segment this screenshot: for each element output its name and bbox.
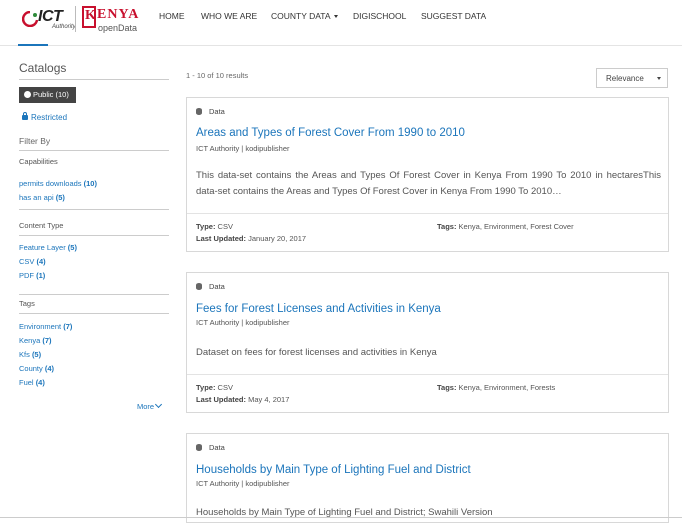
public-filter-pill[interactable]: Public (10) bbox=[19, 87, 76, 103]
sidebar-divider bbox=[19, 150, 169, 151]
dataset-last-updated: Last Updated: January 20, 2017 bbox=[196, 234, 307, 243]
facet-permits-downloads[interactable]: permits downloads (10) bbox=[19, 179, 97, 188]
dataset-publisher: ICT Authority | kodipublisher bbox=[196, 144, 290, 153]
filter-by-heading: Filter By bbox=[19, 136, 51, 146]
restricted-filter-link[interactable]: Restricted bbox=[22, 112, 68, 122]
facet-csv[interactable]: CSV (4) bbox=[19, 257, 46, 266]
dataset-last-updated: Last Updated: May 4, 2017 bbox=[196, 395, 290, 404]
nav-county-data[interactable]: COUNTY DATA bbox=[271, 11, 338, 21]
card-divider bbox=[187, 374, 668, 375]
dataset-card: Data Households by Main Type of Lighting… bbox=[186, 433, 669, 523]
results-count: 1 - 10 of 10 results bbox=[186, 71, 249, 80]
public-label: Public (10) bbox=[33, 90, 69, 99]
nav-digischool[interactable]: DIGISCHOOL bbox=[353, 11, 406, 21]
dataset-tags: Tags: Kenya, Environment, Forests bbox=[437, 383, 556, 392]
tags-heading: Tags bbox=[19, 299, 35, 308]
dataset-card: Data Fees for Forest Licenses and Activi… bbox=[186, 272, 669, 413]
facet-has-an-api[interactable]: has an api (5) bbox=[19, 193, 65, 202]
sort-select[interactable]: Relevance bbox=[596, 68, 668, 88]
sidebar-divider bbox=[19, 209, 169, 210]
header-accent-bar bbox=[18, 44, 48, 46]
dataset-publisher: ICT Authority | kodipublisher bbox=[196, 479, 290, 488]
facet-feature-layer[interactable]: Feature Layer (5) bbox=[19, 243, 77, 252]
dataset-publisher: ICT Authority | kodipublisher bbox=[196, 318, 290, 327]
facet-kenya[interactable]: Kenya (7) bbox=[19, 336, 52, 345]
ict-swoosh-icon bbox=[22, 11, 38, 27]
header-divider bbox=[0, 45, 682, 46]
nav-home[interactable]: HOME bbox=[159, 11, 185, 21]
sidebar-divider bbox=[19, 294, 169, 295]
sidebar-divider bbox=[19, 79, 169, 80]
facet-pdf[interactable]: PDF (1) bbox=[19, 271, 45, 280]
dataset-type: Data bbox=[196, 107, 225, 116]
caret-down-icon bbox=[333, 15, 338, 19]
content-type-heading: Content Type bbox=[19, 221, 64, 230]
facet-fuel[interactable]: Fuel (4) bbox=[19, 378, 45, 387]
nav-county-data-label: COUNTY DATA bbox=[271, 11, 331, 21]
sort-value: Relevance bbox=[606, 74, 644, 83]
kenya-opendata-logo[interactable]: K ENYA openData bbox=[82, 4, 142, 34]
nav-suggest-data[interactable]: SUGGEST DATA bbox=[421, 11, 486, 21]
facet-kfs[interactable]: Kfs (5) bbox=[19, 350, 41, 359]
dataset-description: Dataset on fees for forest licenses and … bbox=[196, 347, 437, 358]
sidebar-divider bbox=[19, 235, 169, 236]
logo-opendata-text: openData bbox=[98, 23, 138, 33]
site-header: ICT Authority K ENYA openData HOME WHO W… bbox=[0, 0, 682, 46]
lock-icon bbox=[22, 112, 28, 120]
dataset-description: This data-set contains the Areas and Typ… bbox=[196, 170, 661, 197]
logo-divider bbox=[75, 6, 76, 32]
facet-county[interactable]: County (4) bbox=[19, 364, 54, 373]
logo-authority-text: Authority bbox=[52, 24, 76, 30]
dataset-type: Data bbox=[196, 443, 225, 452]
dropdown-caret-icon bbox=[657, 77, 661, 80]
more-tags-link[interactable]: More bbox=[137, 400, 163, 411]
facet-environment[interactable]: Environment (7) bbox=[19, 322, 72, 331]
globe-icon bbox=[24, 91, 31, 98]
dataset-tags: Tags: Kenya, Environment, Forest Cover bbox=[437, 222, 574, 231]
logo-kenya-text: ENYA bbox=[97, 7, 140, 22]
dataset-format: Type: CSV bbox=[196, 383, 233, 392]
ict-authority-logo[interactable]: ICT Authority bbox=[22, 6, 76, 32]
dataset-description: Households by Main Type of Lighting Fuel… bbox=[196, 507, 493, 518]
database-icon bbox=[196, 444, 202, 451]
capabilities-heading: Capabilities bbox=[19, 157, 58, 166]
dataset-title-link[interactable]: Fees for Forest Licenses and Activities … bbox=[196, 303, 441, 315]
dataset-card: Data Areas and Types of Forest Cover Fro… bbox=[186, 97, 669, 252]
dataset-title-link[interactable]: Areas and Types of Forest Cover From 199… bbox=[196, 127, 465, 139]
sidebar-divider bbox=[19, 313, 169, 314]
dataset-type: Data bbox=[196, 282, 225, 291]
database-icon bbox=[196, 108, 202, 115]
page-bottom-border bbox=[0, 517, 682, 518]
nav-who-we-are[interactable]: WHO WE ARE bbox=[201, 11, 257, 21]
more-label: More bbox=[137, 402, 155, 411]
card-divider bbox=[187, 213, 668, 214]
restricted-label: Restricted bbox=[31, 113, 68, 122]
chevron-down-icon bbox=[155, 400, 163, 409]
dataset-title-link[interactable]: Households by Main Type of Lighting Fuel… bbox=[196, 464, 471, 476]
database-icon bbox=[196, 283, 202, 290]
logo-k-box: K bbox=[82, 6, 96, 28]
catalogs-heading: Catalogs bbox=[19, 61, 67, 75]
dataset-format: Type: CSV bbox=[196, 222, 233, 231]
